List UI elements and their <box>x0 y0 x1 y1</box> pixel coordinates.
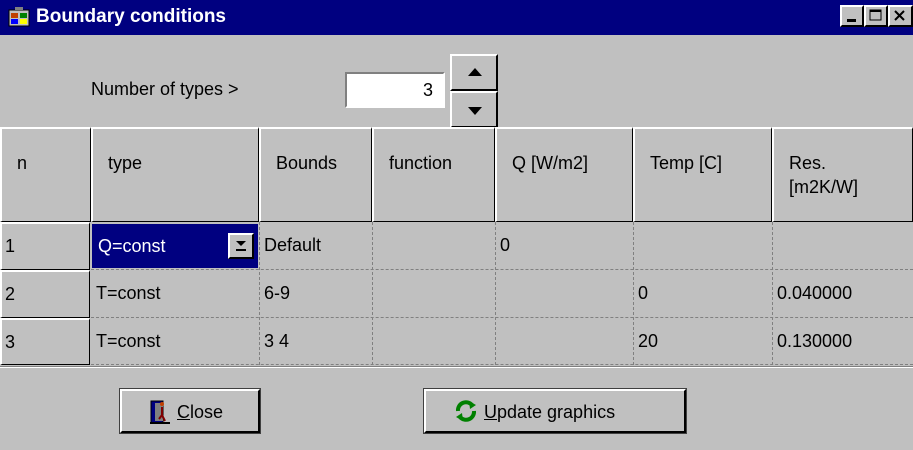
title-bar[interactable]: Boundary conditions <box>0 0 913 35</box>
column-header-q: Q [W/m2] <box>495 127 633 222</box>
grid-line <box>91 317 913 318</box>
type-cell[interactable]: T=const <box>92 271 258 316</box>
dropdown-arrow-icon <box>236 241 246 251</box>
q-cell[interactable] <box>496 319 631 363</box>
close-label-rest: lose <box>190 402 224 422</box>
grid-line <box>91 364 913 365</box>
grid-line <box>91 269 913 270</box>
spin-down-button[interactable] <box>450 91 498 128</box>
close-window-button[interactable] <box>888 5 913 27</box>
maximize-button[interactable] <box>864 5 888 27</box>
update-label-rest: pdate graphics <box>497 402 616 422</box>
close-button-label: Close <box>177 400 223 424</box>
app-icon <box>8 7 30 27</box>
boundary-conditions-window: Boundary conditions Number of types > 3 … <box>0 0 913 450</box>
spin-up-button[interactable] <box>450 54 498 91</box>
column-header-n: n <box>0 127 91 222</box>
type-cell[interactable]: T=const <box>92 319 258 363</box>
type-dropdown-button[interactable] <box>228 233 254 259</box>
column-header-function: function <box>372 127 495 222</box>
row-number-3[interactable]: 3 <box>0 318 90 365</box>
function-cell[interactable] <box>373 223 493 267</box>
column-header-type: type <box>91 127 259 222</box>
close-accel: C <box>177 402 190 422</box>
number-of-types-label: Number of types > <box>91 79 239 99</box>
number-of-types-input[interactable]: 3 <box>345 72 445 108</box>
types-row: Number of types > 3 <box>0 35 913 128</box>
boundary-grid: n type Bounds function Q [W/m2] Temp [C]… <box>0 127 913 365</box>
close-button[interactable]: Close <box>119 388 261 434</box>
temp-cell[interactable]: 20 <box>634 319 770 363</box>
temp-cell[interactable] <box>634 223 770 267</box>
res-cell[interactable]: 0.040000 <box>773 271 912 316</box>
bounds-cell[interactable]: 6-9 <box>260 271 370 316</box>
column-header-res: Res. [m2K/W] <box>772 127 913 222</box>
bounds-cell[interactable]: Default <box>260 223 370 267</box>
window-title: Boundary conditions <box>36 6 226 27</box>
update-graphics-label: Update graphics <box>484 400 615 424</box>
row-number-1[interactable]: 1 <box>0 222 90 270</box>
bounds-cell[interactable]: 3 4 <box>260 319 370 363</box>
update-accel: U <box>484 402 497 422</box>
minimize-icon <box>847 19 856 22</box>
separator <box>0 366 913 368</box>
spin-up-icon <box>468 68 482 76</box>
function-cell[interactable] <box>373 319 493 363</box>
column-header-temp: Temp [C] <box>633 127 772 222</box>
refresh-icon <box>456 400 476 422</box>
maximize-icon <box>869 9 882 21</box>
column-header-bounds: Bounds <box>259 127 372 222</box>
update-graphics-button[interactable]: Update graphics <box>423 388 687 434</box>
res-cell[interactable] <box>773 223 912 267</box>
q-cell[interactable]: 0 <box>496 223 631 267</box>
type-cell-value: Q=const <box>98 236 166 256</box>
minimize-button[interactable] <box>840 5 864 27</box>
spin-down-icon <box>468 107 482 115</box>
door-exit-icon <box>150 400 170 424</box>
column-header-res-line2: [m2K/W] <box>789 177 859 197</box>
close-icon <box>894 10 905 21</box>
column-header-res-line1: Res. <box>789 153 827 173</box>
temp-cell[interactable]: 0 <box>634 271 770 316</box>
q-cell[interactable] <box>496 271 631 316</box>
res-cell[interactable]: 0.130000 <box>773 319 912 363</box>
function-cell[interactable] <box>373 271 493 316</box>
type-cell-editor[interactable]: Q=const <box>92 224 258 268</box>
row-number-2[interactable]: 2 <box>0 270 90 318</box>
